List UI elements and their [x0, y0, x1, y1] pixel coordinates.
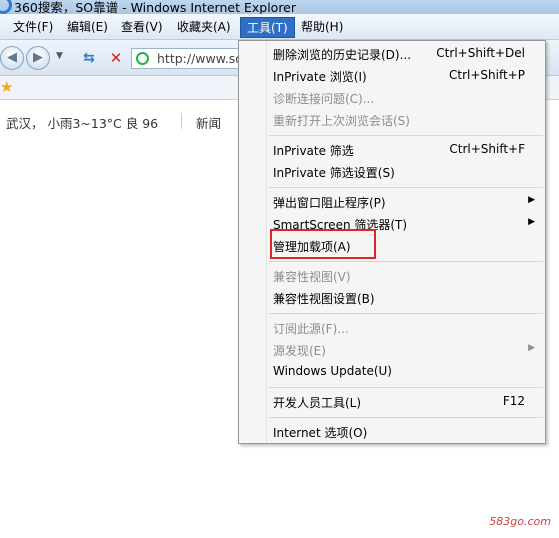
- site-favicon-icon: [136, 52, 149, 65]
- menu-item-label: 开发人员工具(L): [273, 396, 362, 410]
- menu-item-shortcut: F12: [502, 394, 525, 408]
- menu-item-label: InPrivate 筛选设置(S): [273, 166, 395, 180]
- menu-separator: [269, 261, 543, 262]
- menu-item-developer-tools[interactable]: 开发人员工具(L) F12: [239, 391, 545, 413]
- menu-item-label: InPrivate 浏览(I): [273, 70, 367, 84]
- back-arrow-icon: ◀: [7, 50, 17, 65]
- address-input[interactable]: http://www.so: [157, 51, 243, 66]
- menu-item-delete-history[interactable]: 删除浏览的历史记录(D)... Ctrl+Shift+Del: [239, 43, 545, 65]
- menu-item-popup-blocker[interactable]: 弹出窗口阻止程序(P) ▶: [239, 191, 545, 213]
- menu-item-label: Internet 选项(O): [273, 426, 368, 440]
- menu-item-label: InPrivate 筛选: [273, 144, 354, 158]
- menu-item-label: 源发现(E): [273, 344, 326, 358]
- news-link[interactable]: 新闻: [196, 113, 221, 132]
- menu-item-subscribe-feed: 订阅此源(F)...: [239, 317, 545, 339]
- menu-item-label: 诊断连接问题(C)...: [273, 92, 375, 106]
- menu-item-compatibility-view: 兼容性视图(V): [239, 265, 545, 287]
- menu-item-shortcut: Ctrl+Shift+F: [449, 142, 525, 156]
- menu-item-shortcut: Ctrl+Shift+Del: [436, 46, 525, 60]
- favorites-star-icon[interactable]: ★: [0, 78, 13, 96]
- menu-item-inprivate-browsing[interactable]: InPrivate 浏览(I) Ctrl+Shift+P: [239, 65, 545, 87]
- submenu-arrow-icon: ▶: [528, 217, 535, 227]
- forward-button[interactable]: ▶: [26, 46, 50, 70]
- menu-separator: [269, 387, 543, 388]
- menu-view[interactable]: 查看(V): [115, 17, 169, 38]
- menu-item-label: 兼容性视图设置(B): [273, 292, 375, 306]
- menu-item-feed-discovery: 源发现(E) ▶: [239, 339, 545, 361]
- menu-item-label: 订阅此源(F)...: [273, 322, 349, 336]
- menu-file[interactable]: 文件(F): [7, 17, 59, 38]
- annotation-highlight-box: [270, 229, 376, 259]
- window-title: 360搜索，SO靠谱 - Windows Internet Explorer: [14, 0, 297, 14]
- menu-item-label: Windows Update(U): [273, 364, 392, 378]
- title-bar: 360搜索，SO靠谱 - Windows Internet Explorer: [0, 0, 559, 14]
- menu-item-windows-update[interactable]: Windows Update(U): [239, 361, 545, 383]
- menu-bar: 文件(F) 编辑(E) 查看(V) 收藏夹(A) 工具(T) 帮助(H): [0, 14, 559, 40]
- refresh-icon[interactable]: ⇆: [79, 48, 99, 68]
- menu-item-inprivate-filtering[interactable]: InPrivate 筛选 Ctrl+Shift+F: [239, 139, 545, 161]
- submenu-arrow-icon: ▶: [528, 343, 535, 353]
- menu-separator: [269, 135, 543, 136]
- history-dropdown-icon[interactable]: ▼: [56, 51, 63, 61]
- menu-item-label: 重新打开上次浏览会话(S): [273, 114, 410, 128]
- divider: [181, 113, 182, 129]
- menu-favorites[interactable]: 收藏夹(A): [171, 17, 237, 38]
- submenu-arrow-icon: ▶: [528, 195, 535, 205]
- menu-item-label: 弹出窗口阻止程序(P): [273, 196, 386, 210]
- menu-item-shortcut: Ctrl+Shift+P: [449, 68, 525, 82]
- watermark: 583go.com: [489, 515, 551, 528]
- menu-tools[interactable]: 工具(T): [240, 17, 295, 38]
- menu-edit[interactable]: 编辑(E): [61, 17, 114, 38]
- menu-item-inprivate-filter-settings[interactable]: InPrivate 筛选设置(S): [239, 161, 545, 183]
- menu-item-compatibility-view-settings[interactable]: 兼容性视图设置(B): [239, 287, 545, 309]
- menu-item-diagnose-connection: 诊断连接问题(C)...: [239, 87, 545, 109]
- menu-item-label: 删除浏览的历史记录(D)...: [273, 48, 412, 62]
- ie-logo-icon: [0, 0, 12, 14]
- menu-item-reopen-session: 重新打开上次浏览会话(S): [239, 109, 545, 131]
- menu-separator: [269, 417, 543, 418]
- menu-help[interactable]: 帮助(H): [295, 17, 349, 38]
- forward-arrow-icon: ▶: [33, 50, 43, 65]
- back-button[interactable]: ◀: [0, 46, 24, 70]
- menu-separator: [269, 187, 543, 188]
- weather-info: 武汉， 小雨3~13°C 良 96: [6, 116, 159, 131]
- stop-icon[interactable]: ✕: [106, 48, 126, 68]
- menu-item-label: 兼容性视图(V): [273, 270, 351, 284]
- menu-item-internet-options[interactable]: Internet 选项(O): [239, 421, 545, 443]
- menu-separator: [269, 313, 543, 314]
